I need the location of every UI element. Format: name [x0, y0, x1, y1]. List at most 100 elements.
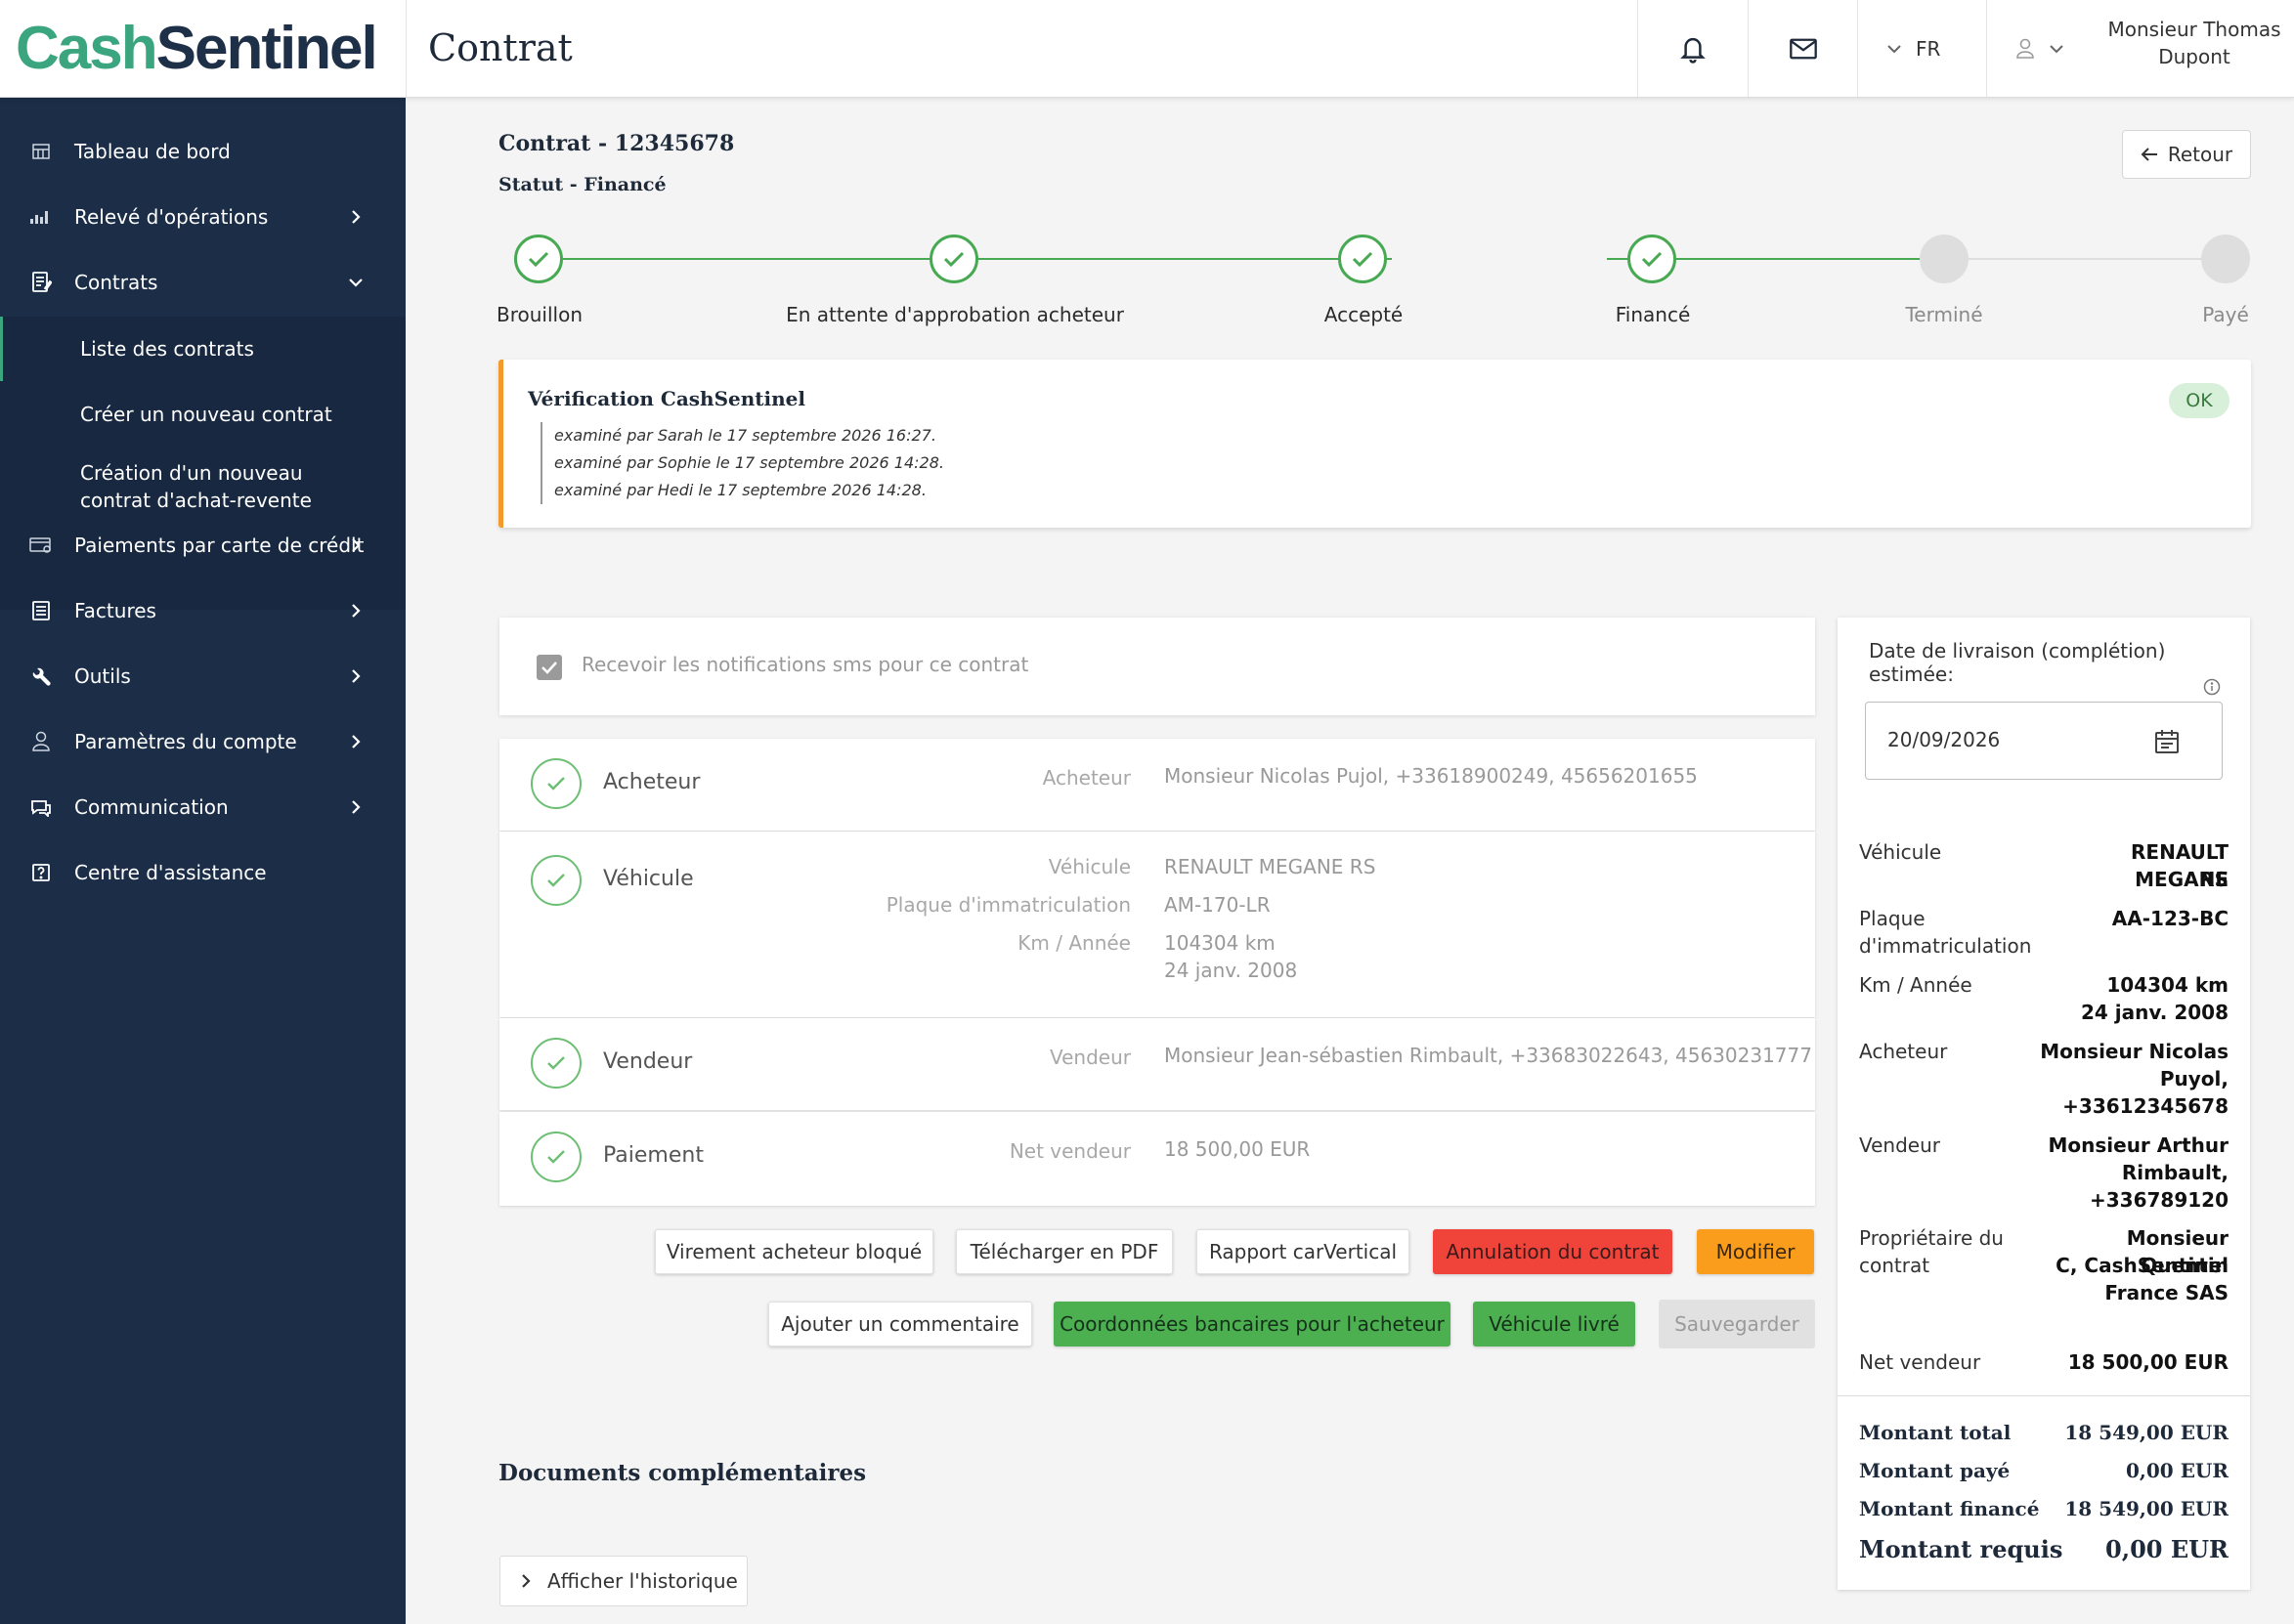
carvertical-report-button[interactable]: Rapport carVertical — [1196, 1229, 1409, 1274]
download-pdf-button[interactable]: Télécharger en PDF — [956, 1229, 1173, 1274]
verification-title: Vérification CashSentinel — [528, 387, 805, 410]
contract-icon — [27, 269, 55, 296]
sidebar-item-label: Tableau de bord — [74, 140, 231, 163]
paid-label: Montant payé — [1859, 1459, 2011, 1482]
chevron-right-icon — [352, 538, 361, 552]
info-icon[interactable] — [2203, 678, 2221, 696]
summary-value: +336789120 — [2089, 1188, 2229, 1212]
step-accepted — [1338, 235, 1387, 283]
sidebar: Tableau de bord Relevé d'opérations Cont… — [0, 98, 406, 1624]
check-icon — [541, 662, 557, 674]
sidebar-item-label: Paiements par carte de crédit — [74, 534, 365, 557]
chat-icon — [27, 793, 55, 821]
field-label: Km / Année — [1017, 931, 1131, 955]
sidebar-item-contracts[interactable]: Contrats — [0, 250, 406, 315]
sms-checkbox[interactable] — [537, 655, 562, 680]
section-buyer[interactable]: Acheteur Acheteur Monsieur Nicolas Pujol… — [499, 739, 1815, 831]
summary-label: Véhicule — [1859, 840, 1942, 864]
submenu-item-label: Liste des contrats — [80, 337, 254, 361]
add-comment-button[interactable]: Ajouter un commentaire — [768, 1302, 1032, 1346]
verification-card: Vérification CashSentinel examiné par Sa… — [498, 360, 2251, 528]
delivery-date-value: 20/09/2026 — [1887, 728, 2001, 751]
sidebar-item-invoices[interactable]: Factures — [0, 578, 406, 643]
financed-label: Montant financé — [1859, 1497, 2040, 1520]
submenu-item-label: Créer un nouveau contrat — [80, 403, 332, 426]
chevron-down-icon — [1887, 45, 1901, 54]
user-name-line: Monsieur Thomas — [2107, 18, 2281, 41]
summary-value: C, CashSentinel — [2056, 1254, 2229, 1277]
field-value: 24 janv. 2008 — [1164, 959, 1298, 982]
chevron-right-icon — [352, 210, 361, 224]
section-payment[interactable]: Paiement Net vendeur 18 500,00 EUR — [499, 1112, 1815, 1206]
divider — [1748, 0, 1749, 97]
summary-value: 18 500,00 EUR — [2067, 1350, 2229, 1374]
user-name-line: Dupont — [2158, 45, 2230, 68]
edit-button[interactable]: Modifier — [1697, 1229, 1814, 1274]
check-icon — [1641, 251, 1663, 268]
sidebar-item-dashboard[interactable]: Tableau de bord — [0, 119, 406, 184]
chevron-down-icon — [2050, 45, 2063, 54]
summary-value: 24 janv. 2008 — [2080, 1001, 2229, 1024]
summary-value: +33612345678 — [2062, 1094, 2229, 1118]
check-circle-icon — [531, 1038, 582, 1089]
buyer-bank-details-button[interactable]: Coordonnées bancaires pour l'acheteur — [1054, 1302, 1450, 1346]
user-icon — [2016, 38, 2034, 59]
step-completed — [1920, 235, 1969, 283]
submenu-item-new-contract[interactable]: Créer un nouveau contrat — [0, 381, 406, 448]
sidebar-item-help-center[interactable]: Centre d'assistance — [0, 840, 406, 905]
sidebar-item-operations[interactable]: Relevé d'opérations — [0, 185, 406, 249]
chevron-right-icon — [522, 1574, 531, 1588]
submenu-item-label: Création d'un nouveau contrat d'achat-re… — [80, 461, 312, 512]
buyer-transfer-blocked-button[interactable]: Virement acheteur bloqué — [655, 1229, 933, 1274]
summary-value: Monsieur Nicolas — [2040, 1040, 2229, 1063]
cancel-contract-button[interactable]: Annulation du contrat — [1433, 1229, 1672, 1274]
check-circle-icon — [531, 1132, 582, 1182]
save-button[interactable]: Sauvegarder — [1659, 1300, 1815, 1348]
section-title: Acheteur — [603, 770, 701, 794]
step-label: Payé — [2202, 303, 2249, 326]
user-icon — [27, 728, 55, 755]
delivery-date-field[interactable]: 20/09/2026 — [1865, 702, 2223, 780]
sidebar-item-card-payments[interactable]: Paiements par carte de crédit — [0, 513, 406, 577]
show-history-label: Afficher l'historique — [547, 1569, 738, 1593]
mail-icon[interactable] — [1782, 27, 1825, 70]
chevron-right-icon — [352, 735, 361, 748]
sidebar-item-label: Communication — [74, 795, 229, 819]
field-label: Acheteur — [1042, 766, 1131, 790]
chevron-right-icon — [352, 800, 361, 814]
summary-value: Rimbault, — [2121, 1161, 2229, 1184]
back-button[interactable]: Retour — [2122, 130, 2251, 179]
summary-value: Monsieur Arthur — [2048, 1133, 2229, 1157]
summary-value: RS — [2199, 868, 2229, 891]
step-label: En attente d'approbation acheteur — [786, 303, 1124, 326]
sidebar-item-account-settings[interactable]: Paramètres du compte — [0, 709, 406, 774]
check-icon — [1352, 251, 1373, 268]
field-value: AM-170-LR — [1164, 893, 1271, 917]
sidebar-item-tools[interactable]: Outils — [0, 644, 406, 708]
verification-line: examiné par Sophie le 17 septembre 2026 … — [554, 453, 944, 472]
summary-label: Vendeur — [1859, 1133, 1941, 1157]
logo-part-1: Cash — [16, 15, 158, 82]
section-seller[interactable]: Vendeur Vendeur Monsieur Jean-sébastien … — [499, 1018, 1815, 1110]
step-label: Accepté — [1323, 303, 1404, 326]
total-label: Montant total — [1859, 1421, 2012, 1444]
vehicle-delivered-button[interactable]: Véhicule livré — [1473, 1302, 1635, 1346]
logo[interactable]: CashSentinel — [16, 10, 392, 88]
contract-summary-panel: Date de livraison (complétion) estimée: … — [1838, 618, 2250, 1590]
required-label: Montant requis — [1859, 1535, 2063, 1563]
bell-icon[interactable] — [1671, 27, 1714, 70]
show-history-button[interactable]: Afficher l'historique — [499, 1556, 748, 1606]
user-menu[interactable] — [2015, 27, 2064, 70]
field-value: 104304 km — [1164, 931, 1276, 955]
summary-value: 104304 km — [2106, 973, 2229, 997]
language-selector[interactable]: FR — [1886, 29, 1940, 68]
submenu-item-contract-list[interactable]: Liste des contrats — [0, 317, 406, 381]
sidebar-item-communication[interactable]: Communication — [0, 775, 406, 839]
step-approval — [930, 235, 978, 283]
calendar-icon[interactable] — [2153, 728, 2181, 755]
section-vehicle[interactable]: Véhicule Véhicule RENAULT MEGANE RS Plaq… — [499, 832, 1815, 1017]
sidebar-item-label: Relevé d'opérations — [74, 205, 269, 229]
wrench-icon — [27, 662, 55, 690]
stepper-line-todo — [1945, 258, 2215, 260]
step-label: Terminé — [1905, 303, 1983, 326]
